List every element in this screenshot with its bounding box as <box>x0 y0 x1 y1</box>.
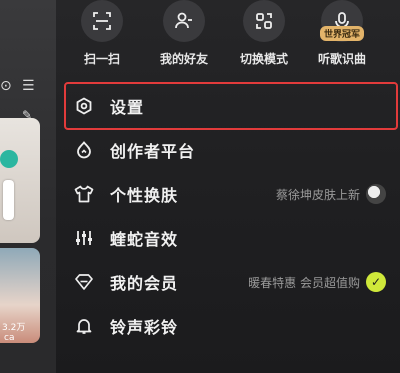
creator-platform-icon <box>70 136 98 164</box>
friends-shortcut[interactable]: 我的好友 <box>144 0 224 67</box>
scan-shortcut[interactable]: 扫一扫 <box>62 0 142 67</box>
background-app-strip: ⊙ ☰ ✎ 3.2万 ca <box>0 0 58 373</box>
vip-promo: 暖春特惠 会员超值购 ✓ <box>248 272 386 292</box>
scroll-handle[interactable] <box>3 180 14 220</box>
menu-item-ringtone[interactable]: 铃声彩铃 <box>70 304 394 348</box>
play-count: 3.2万 <box>2 323 26 333</box>
menu-label: 创作者平台 <box>110 142 196 161</box>
shortcut-row: 扫一扫 我的好友 切换模式 世界冠军 听歌识曲 <box>56 0 400 80</box>
avatar <box>0 150 18 168</box>
sound-effect-icon <box>70 224 98 252</box>
switch-mode-icon <box>243 0 285 42</box>
ringtone-icon <box>70 312 98 340</box>
menu-item-skin[interactable]: 个性换肤 蔡徐坤皮肤上新 <box>70 172 394 216</box>
switch-mode-shortcut[interactable]: 切换模式 <box>224 0 304 67</box>
skin-icon <box>70 180 98 208</box>
friends-label: 我的好友 <box>159 52 208 66</box>
menu-label: 个性换肤 <box>110 186 179 205</box>
settings-icon <box>70 92 98 120</box>
drawer-menu: 设置 创作者平台 个性换肤 蔡徐坤皮肤上新 蝰蛇音效 我的会员 暖春特惠 会员超… <box>64 82 398 348</box>
side-drawer: 扫一扫 我的好友 切换模式 世界冠军 听歌识曲 设置 创作者平台 个性换肤 蔡徐… <box>56 0 400 373</box>
skin-promo: 蔡徐坤皮肤上新 <box>276 184 386 204</box>
menu-item-vip[interactable]: 我的会员 暖春特惠 会员超值购 ✓ <box>70 260 394 304</box>
card-label: ca <box>4 333 15 343</box>
skin-avatar-icon <box>366 184 386 204</box>
menu-item-sound-effect[interactable]: 蝰蛇音效 <box>70 216 394 260</box>
menu-label: 铃声彩铃 <box>110 318 179 337</box>
menu-item-settings[interactable]: 设置 <box>64 82 398 130</box>
vip-promo-text: 暖春特惠 会员超值购 <box>248 275 360 290</box>
skin-promo-text: 蔡徐坤皮肤上新 <box>275 187 360 202</box>
menu-item-creator-platform[interactable]: 创作者平台 <box>70 128 394 172</box>
switch-mode-label: 切换模式 <box>239 52 288 66</box>
vip-icon <box>70 268 98 296</box>
song-recognition-label: 听歌识曲 <box>317 52 366 66</box>
scan-label: 扫一扫 <box>83 52 120 66</box>
play-icon: ⊙ <box>0 78 12 94</box>
menu-icon: ☰ <box>22 78 35 94</box>
vip-check-icon: ✓ <box>366 272 386 292</box>
song-recognition-icon: 世界冠军 <box>319 0 365 42</box>
menu-label: 我的会员 <box>110 274 179 293</box>
scan-icon <box>81 0 123 42</box>
song-recognition-shortcut[interactable]: 世界冠军 听歌识曲 <box>302 0 382 67</box>
menu-label: 蝰蛇音效 <box>110 230 179 249</box>
menu-label: 设置 <box>110 98 145 117</box>
world-champion-badge: 世界冠军 <box>319 26 365 41</box>
friends-icon <box>163 0 205 42</box>
